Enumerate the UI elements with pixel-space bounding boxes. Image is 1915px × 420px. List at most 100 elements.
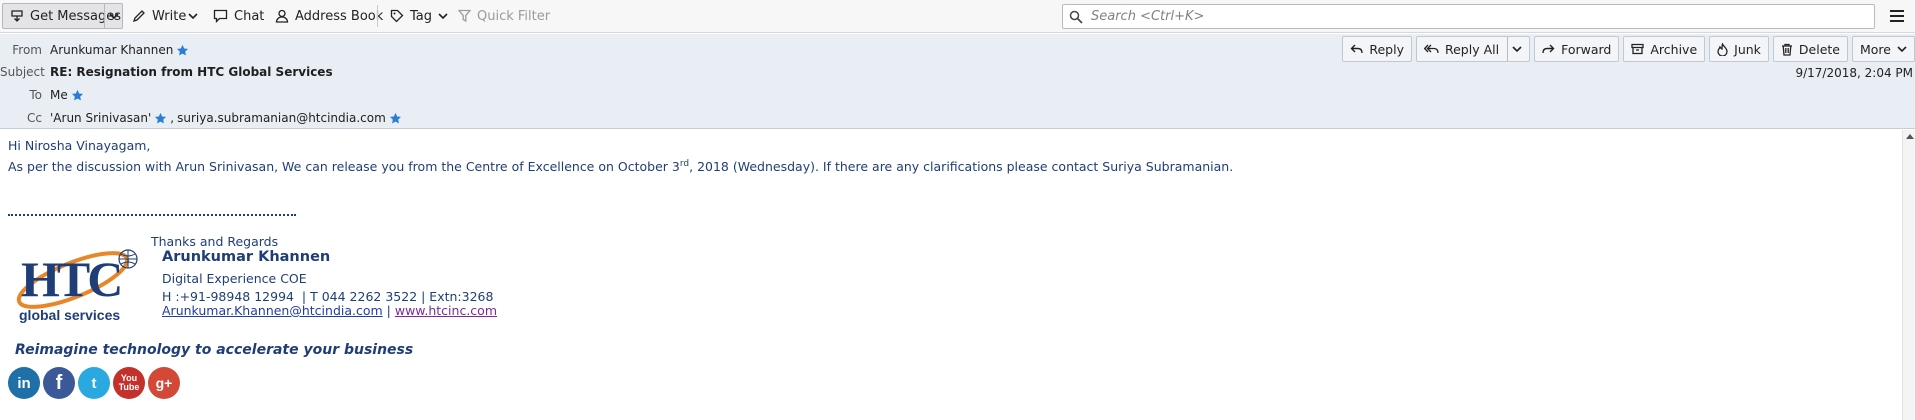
message-body: Hi Nirosha Vinayagam, As per the discuss… xyxy=(0,130,1915,420)
chat-label: Chat xyxy=(234,8,265,24)
contacts-icon xyxy=(275,9,289,23)
chevron-down-icon xyxy=(1897,46,1907,52)
body-scrollbar[interactable] xyxy=(1902,130,1915,420)
filter-icon xyxy=(458,9,471,23)
delete-label: Delete xyxy=(1798,41,1840,57)
youtube-icon[interactable]: You Tube xyxy=(113,367,145,399)
write-button[interactable]: Write xyxy=(132,3,186,29)
archive-label: Archive xyxy=(1650,41,1698,57)
quick-filter-label: Quick Filter xyxy=(477,8,551,24)
to-label: To xyxy=(29,88,42,102)
signature-website-link[interactable]: www.htcinc.com xyxy=(395,303,497,318)
logo-text-htc: HTC xyxy=(21,251,120,307)
ordinal-suffix: rd xyxy=(679,159,690,169)
chevron-down-icon xyxy=(188,13,198,19)
chat-button[interactable]: Chat xyxy=(213,3,264,29)
get-messages-dropdown[interactable] xyxy=(104,4,122,28)
htc-logo: HTC global services xyxy=(16,249,138,323)
subject-row: Subject RE: Resignation from HTC Global … xyxy=(0,63,333,81)
reply-label: Reply xyxy=(1369,41,1404,57)
junk-button[interactable]: Junk xyxy=(1709,36,1769,62)
cc-comma: , xyxy=(170,111,175,125)
tag-label: Tag xyxy=(410,8,433,24)
cc-row: Cc 'Arun Srinivasan' , suriya.subramania… xyxy=(0,109,402,127)
from-name[interactable]: Arunkumar Khannen xyxy=(50,43,173,57)
message-date: 9/17/2018, 2:04 PM xyxy=(1795,66,1913,80)
delete-button[interactable]: Delete xyxy=(1772,36,1848,62)
write-dropdown[interactable] xyxy=(188,3,198,29)
from-value[interactable]: Arunkumar Khannen xyxy=(46,43,189,57)
chat-bubble-icon xyxy=(213,9,228,23)
forward-label: Forward xyxy=(1561,41,1612,57)
from-row: From Arunkumar Khannen xyxy=(0,41,189,59)
search-input[interactable] xyxy=(1091,9,1874,24)
hamburger-icon-line xyxy=(1890,10,1904,13)
cc-recipient-2[interactable]: suriya.subramanian@htcindia.com xyxy=(177,111,386,125)
download-icon xyxy=(11,10,23,22)
reply-all-label: Reply All xyxy=(1444,41,1500,57)
scroll-up-arrow-icon[interactable] xyxy=(1906,134,1914,139)
more-button[interactable]: More xyxy=(1852,36,1915,62)
more-label: More xyxy=(1860,41,1891,57)
signature-email-link[interactable]: Arunkumar.Khannen@htcindia.com xyxy=(162,303,383,318)
subject-value: RE: Resignation from HTC Global Services xyxy=(50,65,333,79)
toolbar-separator xyxy=(377,5,378,27)
dotted-separator xyxy=(8,214,296,216)
cc-value: 'Arun Srinivasan' , suriya.subramanian@h… xyxy=(46,111,402,125)
search-box[interactable] xyxy=(1062,4,1875,29)
signature-tagline: Reimagine technology to accelerate your … xyxy=(15,342,414,358)
google-plus-icon[interactable]: g+ xyxy=(148,367,180,399)
facebook-icon[interactable]: f xyxy=(43,367,75,399)
chevron-down-icon xyxy=(1512,46,1522,52)
signature-thanks: Thanks and Regards xyxy=(151,234,279,249)
signature-department: Digital Experience COE xyxy=(162,271,307,286)
message-actions: Reply Reply All Forward Archive Junk Del… xyxy=(1342,36,1915,62)
link-separator: | xyxy=(382,303,395,318)
signature-phone: H :+91-98948 12994 | T 044 2262 3522 | E… xyxy=(162,289,494,304)
quick-filter-button[interactable]: Quick Filter xyxy=(458,3,550,29)
junk-label: Junk xyxy=(1734,41,1761,57)
hamburger-icon-line xyxy=(1890,19,1904,22)
cc-label: Cc xyxy=(27,111,42,125)
star-icon[interactable] xyxy=(389,112,402,125)
tag-button[interactable]: Tag xyxy=(390,3,448,29)
app-menu-button[interactable] xyxy=(1888,7,1906,25)
to-name[interactable]: Me xyxy=(50,88,68,102)
to-row: To Me xyxy=(0,86,84,104)
get-messages-button[interactable]: Get Messages xyxy=(2,3,123,29)
star-icon[interactable] xyxy=(176,44,189,57)
reply-all-button[interactable]: Reply All xyxy=(1415,36,1531,62)
subject-label: Subject xyxy=(0,65,45,79)
main-toolbar: Get Messages Write Chat Address Book Tag… xyxy=(0,0,1915,33)
logo-text-global: global services xyxy=(19,307,120,323)
reply-button[interactable]: Reply xyxy=(1342,36,1412,62)
greeting: Hi Nirosha Vinayagam, xyxy=(8,138,151,153)
to-value[interactable]: Me xyxy=(46,88,84,102)
trash-icon xyxy=(1781,43,1792,56)
flame-icon xyxy=(1717,42,1728,56)
cc-recipient-1[interactable]: 'Arun Srinivasan' xyxy=(50,111,151,125)
address-book-button[interactable]: Address Book xyxy=(275,3,383,29)
star-icon[interactable] xyxy=(154,112,167,125)
twitter-icon[interactable]: t xyxy=(78,367,110,399)
message-header: From Arunkumar Khannen Subject RE: Resig… xyxy=(0,34,1915,129)
forward-icon xyxy=(1542,44,1555,54)
reply-all-dropdown[interactable] xyxy=(1507,37,1522,61)
linkedin-icon[interactable]: in xyxy=(8,367,40,399)
hamburger-icon-line xyxy=(1890,14,1904,17)
from-label: From xyxy=(12,43,42,57)
reply-icon xyxy=(1350,44,1364,54)
forward-button[interactable]: Forward xyxy=(1534,36,1620,62)
paragraph-part-1: As per the discussion with Arun Srinivas… xyxy=(8,159,680,175)
message-paragraph: As per the discussion with Arun Srinivas… xyxy=(8,159,1233,174)
chevron-down-icon xyxy=(438,13,448,19)
paragraph-part-2: , 2018 (Wednesday). If there are any cla… xyxy=(689,159,1234,175)
star-icon[interactable] xyxy=(71,89,84,102)
archive-button[interactable]: Archive xyxy=(1623,36,1706,62)
signature-links: Arunkumar.Khannen@htcindia.com | www.htc… xyxy=(162,303,497,318)
social-icons: in f t You Tube g+ xyxy=(8,367,180,399)
tag-icon xyxy=(390,9,404,23)
signature-name: Arunkumar Khannen xyxy=(162,249,331,265)
search-icon xyxy=(1069,10,1083,24)
chevron-down-icon xyxy=(108,13,119,19)
